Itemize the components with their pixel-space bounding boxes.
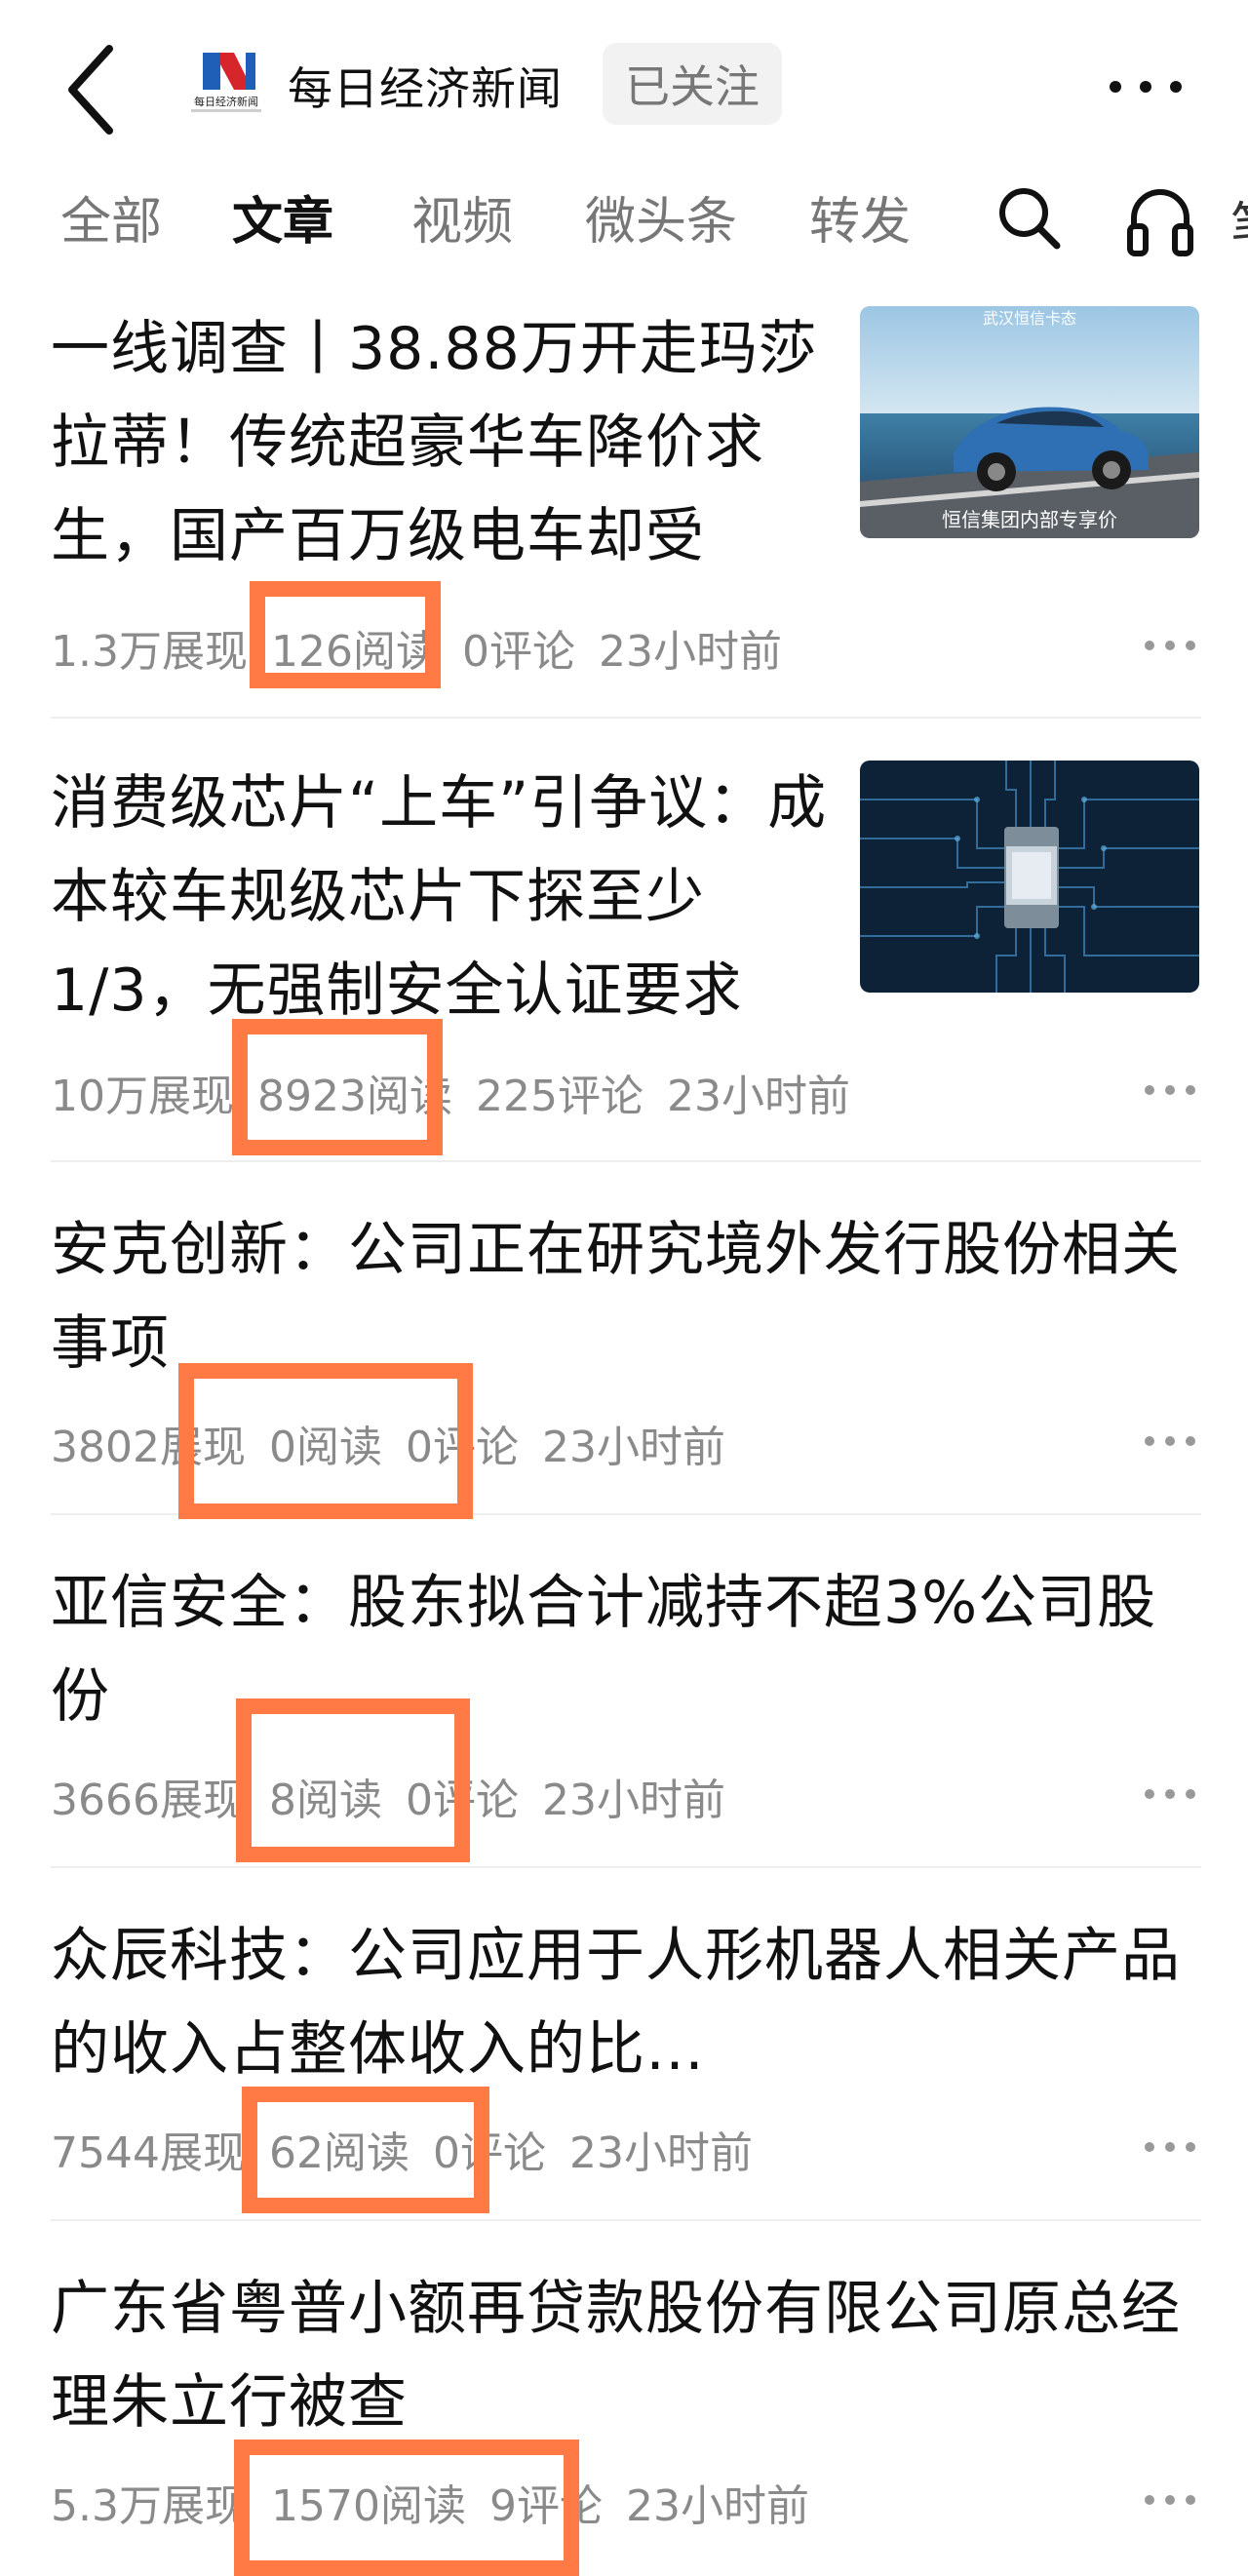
- reads-count: 8923阅读: [257, 1072, 452, 1121]
- publish-time: 23小时前: [568, 2128, 753, 2178]
- article-stats: 1.3万展现 126阅读 0评论 23小时前: [51, 616, 805, 679]
- impressions-count: 1.3万展现: [51, 627, 248, 677]
- divider: [51, 1160, 1201, 1162]
- article-stats: 7544展现 62阅读 0评论 23小时前: [51, 2118, 776, 2180]
- car-photo: 武汉恒信卡态 恒信集团内部专享价: [860, 306, 1199, 538]
- divider: [51, 2219, 1201, 2221]
- logo-text: 每日经济新闻: [194, 95, 258, 108]
- article-stats: 3802展现 0阅读 0评论 23小时前: [51, 1412, 749, 1474]
- brand-logo: 每日经济新闻: [191, 53, 261, 112]
- reads-count: 62阅读: [268, 2128, 410, 2178]
- back-arrow-icon[interactable]: [60, 41, 129, 138]
- comments-count[interactable]: 225评论: [476, 1072, 644, 1121]
- search-icon[interactable]: [994, 183, 1063, 252]
- article-title[interactable]: 广东省粤普小额再贷款股份有限公司原总经理朱立行被查: [51, 2262, 1201, 2449]
- tab-reposts[interactable]: 转发: [809, 180, 911, 254]
- comments-count[interactable]: 0评论: [462, 627, 575, 677]
- article-more-icon[interactable]: [1143, 1787, 1197, 1801]
- reads-count: 1570阅读: [270, 2481, 466, 2531]
- article-thumbnail[interactable]: 武汉恒信卡态 恒信集团内部专享价: [860, 306, 1199, 538]
- publish-time: 23小时前: [666, 1072, 850, 1121]
- reads-count: 126阅读: [270, 627, 439, 677]
- account-name: 每日经济新闻: [288, 62, 563, 115]
- article-more-icon[interactable]: [1143, 2493, 1197, 2507]
- divider: [51, 717, 1201, 719]
- article-stats: 10万展现 8923阅读 225评论 23小时前: [51, 1061, 874, 1123]
- article-title[interactable]: 一线调查丨38.88万开走玛莎拉蒂！传统超豪华车降价求生，国产百万级电车却受: [51, 302, 831, 583]
- tab-videos[interactable]: 视频: [411, 180, 513, 254]
- divider: [51, 1866, 1201, 1868]
- more-options-icon[interactable]: [1102, 72, 1190, 101]
- publish-time: 23小时前: [625, 2481, 809, 2531]
- reads-count: 8阅读: [268, 1776, 382, 1825]
- follow-button[interactable]: 已关注: [603, 43, 782, 125]
- tab-articles[interactable]: 文章: [232, 180, 333, 254]
- article-stats: 5.3万展现 1570阅读 9评论 23小时前: [51, 2471, 833, 2533]
- publish-time: 23小时前: [541, 1776, 725, 1825]
- article-title[interactable]: 安克创新：公司正在研究境外发行股份相关事项: [51, 1203, 1201, 1390]
- comments-count[interactable]: 0评论: [406, 1776, 519, 1825]
- comments-count[interactable]: 0评论: [433, 2128, 546, 2178]
- top-bar: 每日经济新闻 每日经济新闻 已关注: [0, 0, 1248, 166]
- article-title[interactable]: 消费级芯片“上车”引争议：成本较车规级芯片下探至少1/3，无强制安全认证要求: [51, 757, 831, 1037]
- chip-photo: [860, 761, 1199, 993]
- impressions-count: 3802展现: [51, 1423, 246, 1472]
- thumb-caption: 恒信集团内部专享价: [942, 508, 1117, 531]
- comments-count[interactable]: 0评论: [406, 1423, 519, 1472]
- article-more-icon[interactable]: [1143, 1434, 1197, 1448]
- impressions-count: 5.3万展现: [51, 2481, 248, 2531]
- impressions-count: 10万展现: [51, 1072, 234, 1121]
- article-title[interactable]: 众辰科技：公司应用于人形机器人相关产品的收入占整体收入的比…: [51, 1909, 1201, 2096]
- article-title[interactable]: 亚信安全：股东拟合计减持不超3%公司股份: [51, 1556, 1201, 1743]
- tab-micro-posts[interactable]: 微头条: [585, 180, 737, 254]
- thumb-top-text: 武汉恒信卡态: [983, 309, 1076, 328]
- article-more-icon[interactable]: [1143, 2140, 1197, 2154]
- divider: [51, 1513, 1201, 1515]
- tab-all[interactable]: 全部: [60, 180, 162, 254]
- article-more-icon[interactable]: [1143, 1083, 1197, 1097]
- headphones-icon[interactable]: [1126, 183, 1194, 257]
- article-thumbnail[interactable]: [860, 761, 1199, 993]
- comments-count[interactable]: 9评论: [489, 2481, 603, 2531]
- article-more-icon[interactable]: [1143, 639, 1197, 652]
- impressions-count: 7544展现: [51, 2128, 246, 2178]
- article-stats: 3666展现 8阅读 0评论 23小时前: [51, 1765, 749, 1827]
- reads-count: 0阅读: [268, 1423, 382, 1472]
- publish-time: 23小时前: [598, 627, 782, 677]
- tab-overflow-glyph: 笔: [1230, 185, 1248, 258]
- publish-time: 23小时前: [541, 1423, 725, 1472]
- impressions-count: 3666展现: [51, 1776, 246, 1825]
